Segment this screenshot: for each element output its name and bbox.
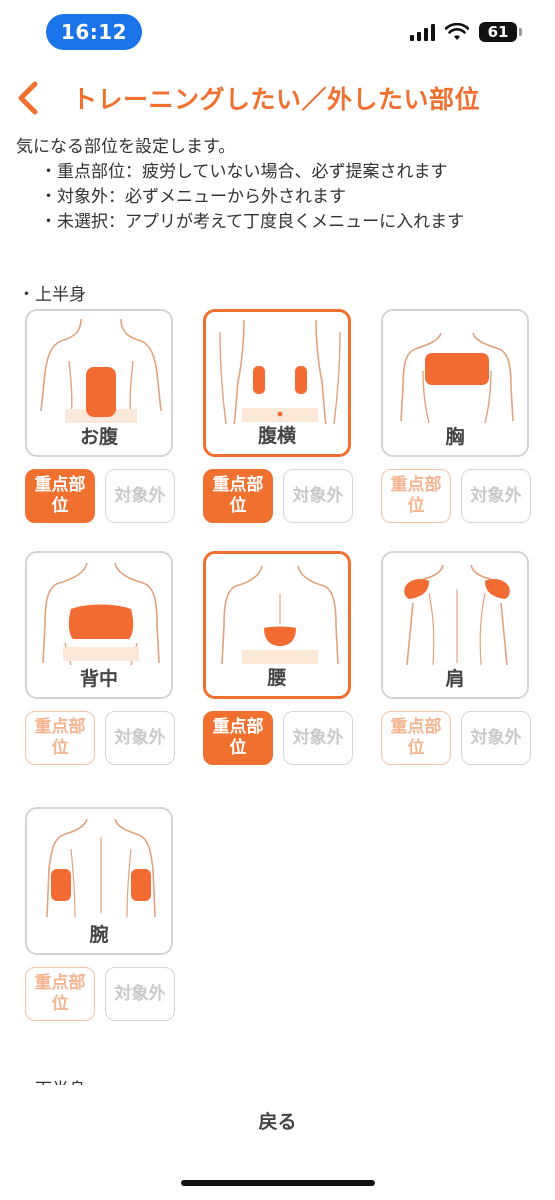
return-button[interactable]: 戻る xyxy=(0,1107,555,1134)
part-label-chest: 胸 xyxy=(445,426,465,448)
status-bar: 16:12 61 xyxy=(0,0,555,62)
exclude-button-lower-back[interactable]: 対象外 xyxy=(283,711,353,765)
header: トレーニングしたい／外したい部位 xyxy=(0,70,555,126)
section-label-upper-body: ・上半身 xyxy=(18,285,86,305)
focus-button-side-abdomen[interactable]: 重点部位 xyxy=(203,469,273,523)
chevron-left-icon xyxy=(18,81,38,115)
part-label-lower-back: 腰 xyxy=(267,667,287,689)
part-back: 背中 重点部位 対象外 xyxy=(25,551,175,765)
description-intro: 気になる部位を設定します。 xyxy=(16,137,236,157)
part-card-side-abdomen[interactable]: 腹横 xyxy=(203,309,351,457)
footer: 戻る xyxy=(0,1085,555,1200)
focus-button-arm[interactable]: 重点部位 xyxy=(25,967,95,1021)
part-side-abdomen: 腹横 重点部位 対象外 xyxy=(203,309,353,523)
battery-icon: 61 xyxy=(479,22,522,42)
part-card-shoulder[interactable]: 肩 xyxy=(381,551,529,699)
wifi-icon xyxy=(445,23,469,40)
section-label-lower-body: ・下半身 xyxy=(18,1075,86,1085)
rule-unselected: ・未選択：アプリが考えて丁度良くメニューに入れます xyxy=(40,212,465,232)
page-title: トレーニングしたい／外したい部位 xyxy=(72,85,481,114)
rule-exclude: ・対象外：必ずメニューから外されます xyxy=(40,187,346,207)
part-label-back: 背中 xyxy=(79,668,118,690)
cellular-signal-icon xyxy=(410,23,435,41)
focus-button-lower-back[interactable]: 重点部位 xyxy=(203,711,273,765)
part-card-chest[interactable]: 胸 xyxy=(381,309,529,457)
part-label-side-abdomen: 腹横 xyxy=(257,425,296,447)
part-label-abdomen: お腹 xyxy=(79,426,118,448)
rule-focus: ・重点部位：疲労していない場合、必ず提案されます xyxy=(40,162,448,182)
status-icons: 61 xyxy=(410,22,522,42)
focus-button-back[interactable]: 重点部位 xyxy=(25,711,95,765)
focus-button-shoulder[interactable]: 重点部位 xyxy=(381,711,451,765)
battery-level: 61 xyxy=(487,23,509,41)
part-label-shoulder: 肩 xyxy=(445,668,465,690)
part-card-arm[interactable]: 腕 xyxy=(25,807,173,955)
part-lower-back: 腰 重点部位 対象外 xyxy=(203,551,353,765)
focus-button-abdomen[interactable]: 重点部位 xyxy=(25,469,95,523)
part-chest: 胸 重点部位 対象外 xyxy=(381,309,531,523)
part-arm: 腕 重点部位 対象外 xyxy=(25,807,175,1021)
part-card-lower-back[interactable]: 腰 xyxy=(203,551,351,699)
status-time: 16:12 xyxy=(46,14,142,50)
back-button[interactable] xyxy=(6,76,50,120)
part-label-arm: 腕 xyxy=(89,924,109,946)
part-abdomen: お腹 重点部位 対象外 xyxy=(25,309,175,523)
part-shoulder: 肩 重点部位 対象外 xyxy=(381,551,531,765)
part-card-abdomen[interactable]: お腹 xyxy=(25,309,173,457)
home-indicator xyxy=(181,1180,375,1186)
exclude-button-shoulder[interactable]: 対象外 xyxy=(461,711,531,765)
exclude-button-side-abdomen[interactable]: 対象外 xyxy=(283,469,353,523)
description: 気になる部位を設定します。 ・重点部位：疲労していない場合、必ず提案されます ・… xyxy=(16,135,546,235)
exclude-button-chest[interactable]: 対象外 xyxy=(461,469,531,523)
part-card-back[interactable]: 背中 xyxy=(25,551,173,699)
exclude-button-back[interactable]: 対象外 xyxy=(105,711,175,765)
exclude-button-abdomen[interactable]: 対象外 xyxy=(105,469,175,523)
focus-button-chest[interactable]: 重点部位 xyxy=(381,469,451,523)
exclude-button-arm[interactable]: 対象外 xyxy=(105,967,175,1021)
